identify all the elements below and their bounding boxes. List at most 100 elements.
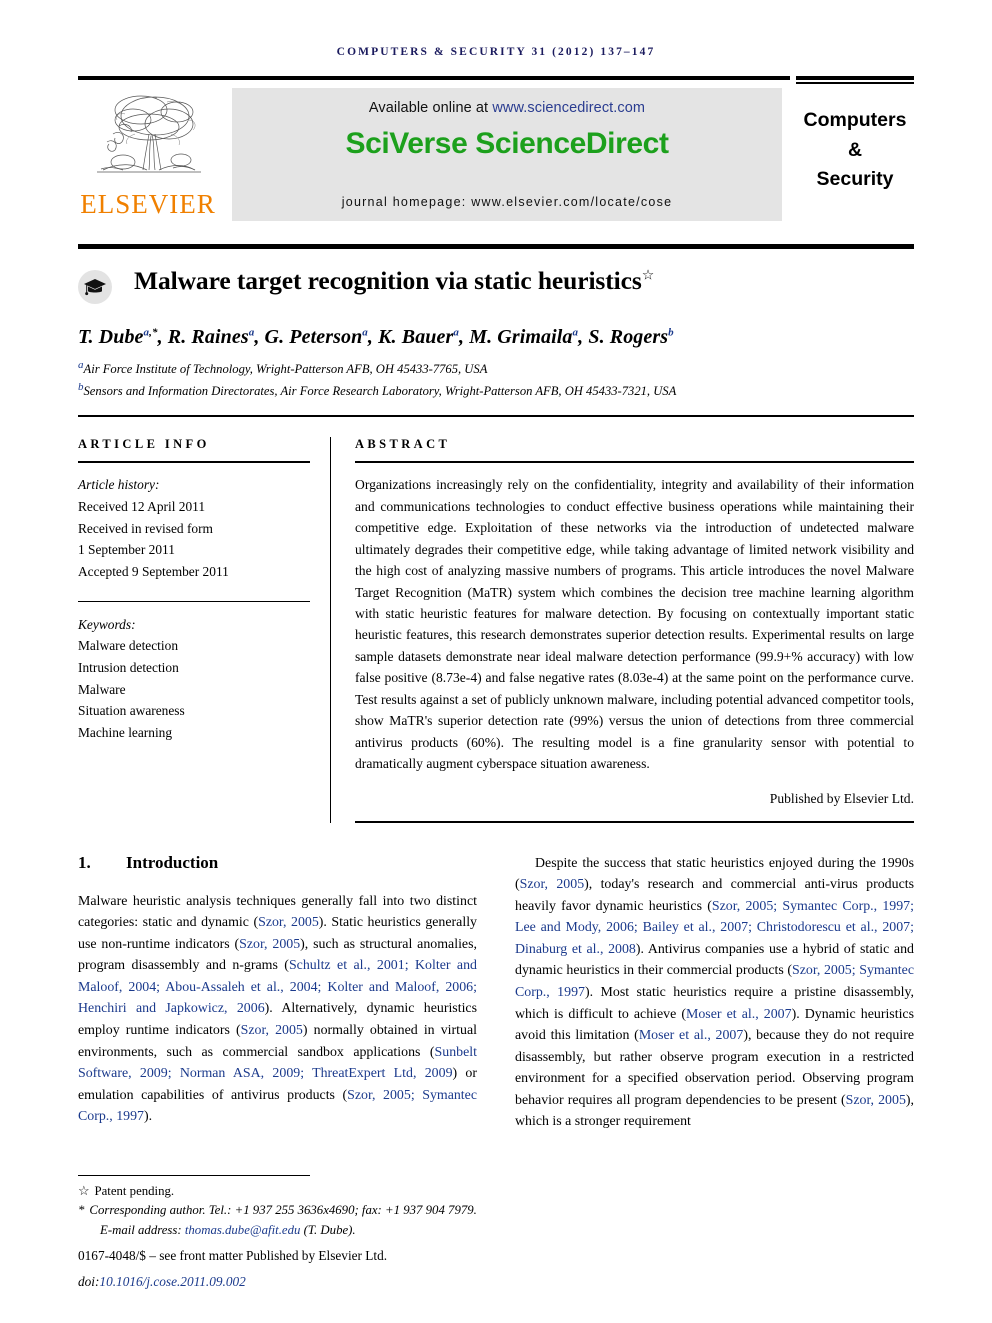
journal-masthead: ELSEVIER Available online at www.science… bbox=[78, 76, 914, 236]
sciencedirect-banner: Available online at www.sciencedirect.co… bbox=[232, 88, 782, 221]
section-title: Introduction bbox=[126, 852, 219, 872]
affiliation-text-a: Air Force Institute of Technology, Wrigh… bbox=[83, 362, 488, 377]
paper-page: COMPUTERS & SECURITY 31 (2012) 137–147 E… bbox=[0, 0, 992, 1323]
info-abstract-section: ARTICLE INFO Article history: Received 1… bbox=[78, 437, 914, 823]
abstract-text: Organizations increasingly rely on the c… bbox=[355, 477, 914, 772]
author-name-0[interactable]: T. Dube bbox=[78, 326, 144, 348]
footnote-corresponding-text: Corresponding author. Tel.: +1 937 255 3… bbox=[89, 1203, 477, 1218]
author-corresponding-marker: ,* bbox=[149, 326, 158, 339]
journal-title-line-3: Security bbox=[816, 168, 894, 191]
author-name-4[interactable]: M. Grimaila bbox=[469, 326, 572, 348]
author-name-5[interactable]: S. Rogers bbox=[588, 326, 668, 348]
author-name-3[interactable]: K. Bauer bbox=[378, 326, 453, 348]
author-name-2[interactable]: G. Peterson bbox=[265, 326, 363, 348]
body-right-citation-11[interactable]: Szor, 2005 bbox=[846, 1093, 906, 1108]
keyword-item-0: Malware detection bbox=[78, 638, 179, 654]
keywords-block: Keywords: Malware detection Intrusion de… bbox=[78, 614, 310, 744]
author-name-1[interactable]: R. Raines bbox=[168, 326, 249, 348]
footnote-issn: 0167-4048/$ – see front matter Published… bbox=[78, 1247, 388, 1263]
section-heading-introduction: 1. Introduction bbox=[78, 853, 477, 873]
sciverse-sciencedirect-logo: SciVerse ScienceDirect bbox=[345, 127, 669, 160]
affiliation-text-b: Sensors and Information Directorates, Ai… bbox=[83, 384, 677, 399]
graduation-cap-icon bbox=[78, 270, 112, 304]
body-left-citation-3[interactable]: Szor, 2005 bbox=[239, 937, 300, 952]
keyword-item-1: Intrusion detection bbox=[78, 660, 179, 676]
body-left-text-12: ). bbox=[143, 1109, 153, 1125]
abstract-label: ABSTRACT bbox=[355, 437, 451, 452]
body-right-citation-1[interactable]: Szor, 2005 bbox=[520, 877, 585, 892]
abstract-column: ABSTRACT Organizations increasingly rely… bbox=[331, 437, 914, 823]
body-left-citation-1[interactable]: Szor, 2005 bbox=[258, 915, 319, 930]
journal-homepage-line[interactable]: journal homepage: www.elsevier.com/locat… bbox=[232, 195, 782, 209]
elsevier-tree-icon bbox=[97, 95, 201, 173]
article-history-block: Article history: Received 12 April 2011 … bbox=[78, 474, 310, 583]
affiliation-b: bSensors and Information Directorates, A… bbox=[78, 379, 914, 401]
article-history-label: Article history: bbox=[78, 477, 160, 493]
masthead-rule-right-bottom bbox=[796, 82, 914, 84]
article-title-text: Malware target recognition via static he… bbox=[134, 266, 642, 295]
running-head: COMPUTERS & SECURITY 31 (2012) 137–147 bbox=[336, 46, 656, 58]
elsevier-wordmark: ELSEVIER bbox=[80, 189, 216, 219]
body-column-right: Despite the success that static heuristi… bbox=[515, 853, 914, 1133]
footnote-patent-marker: ☆ bbox=[78, 1184, 90, 1199]
journal-title-line-2: & bbox=[847, 138, 863, 161]
masthead-rule-right-top bbox=[796, 76, 914, 80]
title-row: Malware target recognition via static he… bbox=[78, 266, 914, 304]
article-history-item-1: Received in revised form bbox=[78, 520, 213, 536]
footnote-corresponding-marker: * bbox=[78, 1203, 85, 1218]
footnote-patent: ☆ Patent pending. bbox=[78, 1182, 638, 1201]
article-info-divider bbox=[78, 600, 310, 602]
footnote-rule bbox=[78, 1175, 310, 1177]
keyword-item-3: Situation awareness bbox=[78, 703, 185, 719]
masthead-bottom-rule bbox=[78, 244, 914, 249]
sciencedirect-url[interactable]: www.sciencedirect.com bbox=[492, 100, 645, 116]
graduation-cap-glyph bbox=[84, 279, 106, 296]
author-affil-marker-5: b bbox=[668, 326, 674, 339]
author-affil-marker-2: a bbox=[362, 326, 368, 339]
abstract-rule-top bbox=[355, 461, 914, 464]
affiliation-list: aAir Force Institute of Technology, Wrig… bbox=[78, 357, 914, 401]
article-info-column: ARTICLE INFO Article history: Received 1… bbox=[78, 437, 331, 823]
body-column-left: 1. Introduction Malware heuristic analys… bbox=[78, 853, 477, 1133]
author-affil-marker-3: a bbox=[453, 326, 459, 339]
available-online-label: Available online at bbox=[368, 100, 493, 116]
footnote-doi-label: doi: bbox=[78, 1274, 100, 1290]
title-footnote-marker[interactable]: ☆ bbox=[642, 269, 655, 284]
journal-title-line-1: Computers bbox=[803, 109, 907, 131]
footnote-doi-value[interactable]: 10.1016/j.cose.2011.09.002 bbox=[99, 1274, 245, 1289]
author-affil-marker-4: a bbox=[572, 326, 579, 339]
section-number: 1. bbox=[78, 852, 91, 872]
body-left-citation-7[interactable]: Szor, 2005 bbox=[241, 1023, 303, 1038]
body-paragraph-left: Malware heuristic analysis techniques ge… bbox=[78, 891, 477, 1128]
footnote-email-label: E-mail address: bbox=[100, 1222, 185, 1237]
page-title: Malware target recognition via static he… bbox=[134, 266, 654, 295]
footnote-block: ☆ Patent pending. * Corresponding author. … bbox=[78, 1175, 638, 1293]
body-paragraph-right: Despite the success that static heuristi… bbox=[515, 853, 914, 1133]
footnote-email-suffix: (T. Dube). bbox=[300, 1222, 356, 1237]
footnote-doi: doi:10.1016/j.cose.2011.09.002 bbox=[78, 1272, 638, 1293]
abstract-publisher-line: Published by Elsevier Ltd. bbox=[769, 790, 914, 806]
article-history-item-2: 1 September 2011 bbox=[78, 542, 175, 558]
author-list: T. Dubea,*, R. Rainesa, G. Petersona, K.… bbox=[78, 326, 674, 348]
body-columns: 1. Introduction Malware heuristic analys… bbox=[78, 853, 914, 1133]
footnote-corresponding: * Corresponding author. Tel.: +1 937 255 … bbox=[78, 1201, 638, 1220]
footnote-email-address[interactable]: thomas.dube@afit.edu bbox=[185, 1223, 301, 1237]
elsevier-logo: ELSEVIER bbox=[78, 88, 218, 218]
available-online-line: Available online at www.sciencedirect.co… bbox=[232, 88, 782, 116]
body-right-citation-7[interactable]: Moser et al., 2007 bbox=[686, 1007, 792, 1022]
author-affil-marker-1: a bbox=[248, 326, 255, 339]
footnote-email: E-mail address: thomas.dube@afit.edu (T.… bbox=[78, 1221, 638, 1240]
abstract-rule-bottom bbox=[355, 820, 914, 823]
masthead-rule-left bbox=[78, 76, 790, 80]
footnote-patent-text: Patent pending. bbox=[94, 1184, 175, 1199]
keyword-item-2: Malware bbox=[78, 681, 126, 697]
affiliation-a: aAir Force Institute of Technology, Wrig… bbox=[78, 357, 914, 379]
keyword-item-4: Machine learning bbox=[78, 725, 173, 741]
header-bottom-rule bbox=[78, 415, 914, 418]
body-right-citation-9[interactable]: Moser et al., 2007 bbox=[639, 1028, 744, 1043]
journal-title-block: Computers & Security bbox=[796, 88, 914, 195]
article-history-item-3: Accepted 9 September 2011 bbox=[78, 563, 229, 579]
article-info-rule bbox=[78, 461, 310, 464]
article-history-item-0: Received 12 April 2011 bbox=[78, 498, 206, 514]
article-info-label: ARTICLE INFO bbox=[78, 437, 210, 452]
